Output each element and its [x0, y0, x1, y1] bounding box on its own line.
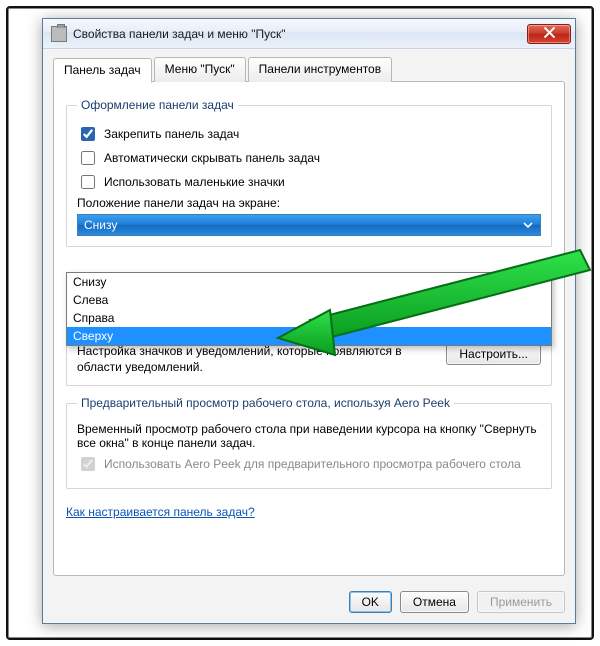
tab-label: Панели инструментов — [259, 62, 381, 76]
tab-label: Меню "Пуск" — [165, 62, 235, 76]
checkbox-small-icons[interactable] — [81, 175, 95, 189]
customize-button[interactable]: Настроить... — [446, 343, 541, 365]
tab-toolbars[interactable]: Панели инструментов — [248, 57, 392, 82]
option-right[interactable]: Справа — [67, 309, 551, 327]
apply-label: Применить — [490, 595, 552, 609]
group-appearance-legend: Оформление панели задач — [77, 98, 238, 112]
group-aero-peek: Предварительный просмотр рабочего стола,… — [66, 396, 552, 489]
label-autohide: Автоматически скрывать панель задач — [104, 151, 320, 165]
cancel-button[interactable]: Отмена — [400, 591, 469, 613]
ok-button[interactable]: OK — [349, 591, 392, 613]
customize-button-label: Настроить... — [459, 347, 528, 361]
apply-button[interactable]: Применить — [477, 591, 565, 613]
properties-window: Свойства панели задач и меню "Пуск" Пане… — [42, 18, 576, 624]
close-button[interactable] — [527, 24, 571, 44]
notification-text: Настройка значков и уведомлений, которые… — [77, 343, 436, 375]
row-autohide[interactable]: Автоматически скрывать панель задач — [77, 148, 541, 168]
checkbox-lock-taskbar[interactable] — [81, 127, 95, 141]
dropdown-taskbar-position[interactable]: Снизу Слева Справа Сверху — [66, 272, 552, 346]
ok-label: OK — [362, 595, 379, 609]
row-small-icons[interactable]: Использовать маленькие значки — [77, 172, 541, 192]
aero-text: Временный просмотр рабочего стола при на… — [77, 422, 541, 450]
group-aero-legend: Предварительный просмотр рабочего стола,… — [77, 396, 454, 410]
dialog-button-bar: OK Отмена Применить — [349, 591, 565, 613]
help-link[interactable]: Как настраивается панель задач? — [66, 505, 255, 519]
app-icon — [51, 26, 67, 42]
checkbox-autohide[interactable] — [81, 151, 95, 165]
option-bottom[interactable]: Снизу — [67, 273, 551, 291]
label-position: Положение панели задач на экране: — [77, 196, 541, 210]
tab-start-menu[interactable]: Меню "Пуск" — [154, 57, 246, 82]
label-small-icons: Использовать маленькие значки — [104, 175, 285, 189]
close-icon — [544, 27, 555, 41]
client-area: Панель задач Меню "Пуск" Панели инструме… — [43, 49, 575, 623]
option-left[interactable]: Слева — [67, 291, 551, 309]
label-aero-peek: Использовать Aero Peek для предварительн… — [104, 457, 521, 471]
tab-label: Панель задач — [64, 63, 141, 77]
checkbox-aero-peek — [81, 457, 95, 471]
combo-selected-text: Снизу — [84, 218, 117, 232]
row-lock-taskbar[interactable]: Закрепить панель задач — [77, 124, 541, 144]
option-top[interactable]: Сверху — [67, 327, 551, 345]
titlebar[interactable]: Свойства панели задач и меню "Пуск" — [43, 19, 575, 49]
tab-taskbar[interactable]: Панель задач — [53, 58, 152, 83]
tab-taskbar-page: Оформление панели задач Закрепить панель… — [53, 81, 565, 576]
combo-taskbar-position[interactable]: Снизу — [77, 214, 541, 236]
window-title: Свойства панели задач и меню "Пуск" — [73, 27, 527, 41]
tabstrip: Панель задач Меню "Пуск" Панели инструме… — [53, 57, 565, 82]
cancel-label: Отмена — [413, 595, 456, 609]
chevron-down-icon — [520, 217, 536, 233]
label-lock-taskbar: Закрепить панель задач — [104, 127, 239, 141]
group-appearance: Оформление панели задач Закрепить панель… — [66, 98, 552, 247]
row-aero-peek: Использовать Aero Peek для предварительн… — [77, 454, 541, 474]
